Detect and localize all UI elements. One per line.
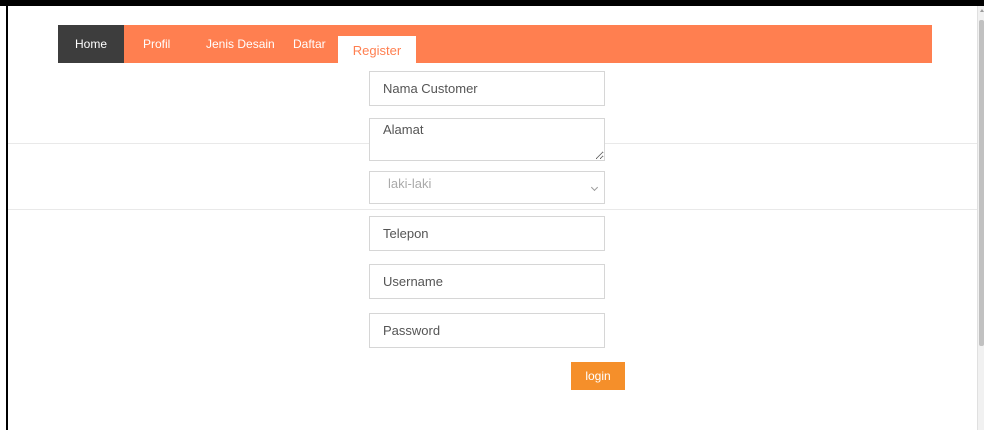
window-frame-left: [6, 6, 8, 430]
divider-line: [8, 209, 977, 210]
alamat-textarea[interactable]: [369, 118, 605, 161]
scrollbar-thumb[interactable]: [979, 20, 984, 346]
nav-item-daftar[interactable]: Daftar: [293, 25, 326, 63]
login-button[interactable]: login: [571, 362, 625, 390]
gender-select[interactable]: laki-laki: [369, 171, 605, 204]
username-input[interactable]: [369, 264, 605, 299]
nav-item-home[interactable]: Home: [58, 25, 124, 63]
register-tab[interactable]: Register: [338, 36, 416, 65]
main-navbar: Home Profil Jenis Desain Daftar: [58, 25, 932, 63]
vertical-scrollbar[interactable]: [977, 6, 984, 430]
scroll-up-arrow-icon[interactable]: [980, 9, 984, 12]
telepon-input[interactable]: [369, 216, 605, 251]
password-input[interactable]: [369, 313, 605, 348]
nav-item-jenis-desain[interactable]: Jenis Desain: [206, 25, 275, 63]
window-frame-top: [0, 0, 984, 6]
nav-item-profil[interactable]: Profil: [143, 25, 170, 63]
nama-customer-input[interactable]: [369, 71, 605, 106]
